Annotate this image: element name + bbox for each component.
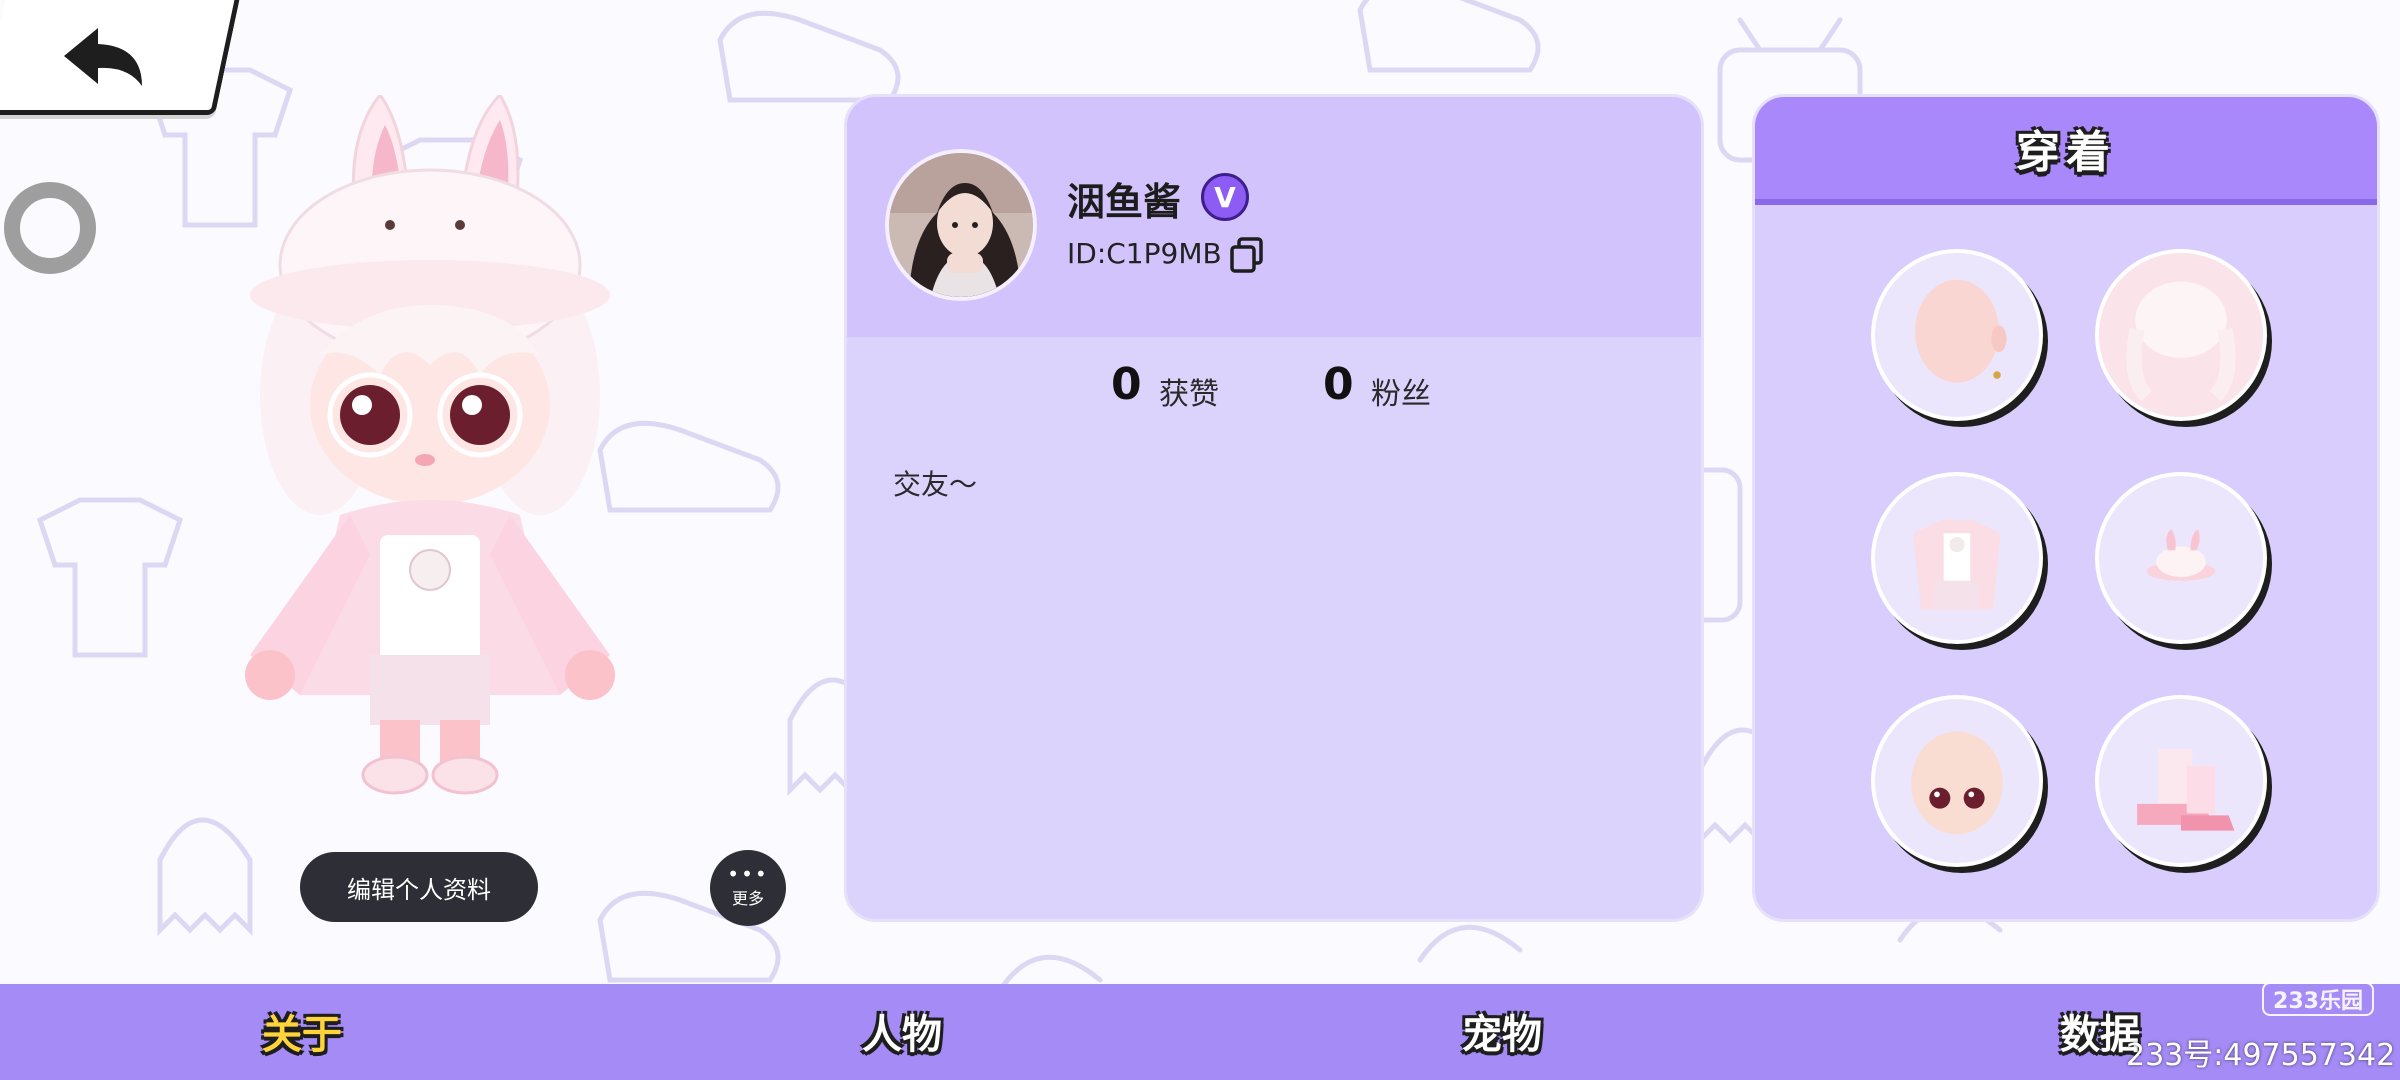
bottom-nav: 关于 人物 宠物 数据 bbox=[0, 984, 2400, 1080]
more-dots-icon: ••• bbox=[727, 862, 769, 886]
wear-item-bunny-hat[interactable] bbox=[2095, 472, 2267, 644]
user-id: ID:C1P9MB bbox=[1067, 237, 1222, 270]
profile-avatar[interactable] bbox=[885, 149, 1037, 301]
wear-item-hair[interactable] bbox=[2095, 249, 2267, 421]
more-label: 更多 bbox=[731, 889, 764, 908]
bio-text: 交友～ bbox=[893, 468, 978, 501]
tab-pets[interactable]: 宠物 bbox=[1462, 1002, 1542, 1060]
wear-item-head[interactable] bbox=[1871, 695, 2043, 867]
edit-profile-button[interactable]: 编辑个人资料 bbox=[300, 852, 538, 922]
back-arrow-icon bbox=[64, 28, 142, 86]
loading-ring-icon bbox=[4, 182, 96, 274]
profile-card: 洇鱼酱 V ID:C1P9MB 0 获赞 0 粉丝 交友～ bbox=[844, 94, 1704, 922]
more-button[interactable]: ••• 更多 bbox=[710, 850, 786, 926]
watermark-logo: 233乐园 bbox=[2262, 982, 2374, 1016]
watermark-id: 233号:497557342 bbox=[2126, 1038, 2396, 1073]
wear-item-boots[interactable] bbox=[2095, 695, 2267, 867]
wearing-header: 穿着 bbox=[1755, 97, 2377, 205]
tab-about[interactable]: 关于 bbox=[262, 1002, 342, 1060]
fans-label[interactable]: 粉丝 bbox=[1371, 369, 1431, 413]
likes-label: 获赞 bbox=[1159, 377, 1219, 412]
wearing-panel: 穿着 bbox=[1752, 94, 2380, 922]
username: 洇鱼酱 bbox=[1067, 180, 1182, 224]
wear-item-face[interactable] bbox=[1871, 249, 2043, 421]
likes-count: 0 bbox=[1111, 359, 1142, 410]
fans-count[interactable]: 0 bbox=[1323, 359, 1354, 410]
avatar-character[interactable] bbox=[210, 95, 650, 795]
wear-item-jacket[interactable] bbox=[1871, 472, 2043, 644]
profile-screen: 编辑个人资料 ••• 更多 洇鱼酱 V ID:C1P9MB 0 获赞 0 粉丝 … bbox=[0, 0, 2400, 1080]
wearing-title: 穿着 bbox=[2016, 127, 2116, 178]
verified-badge-icon: V bbox=[1201, 173, 1249, 221]
copy-icon[interactable] bbox=[1227, 235, 1267, 275]
tab-characters[interactable]: 人物 bbox=[862, 1002, 942, 1060]
